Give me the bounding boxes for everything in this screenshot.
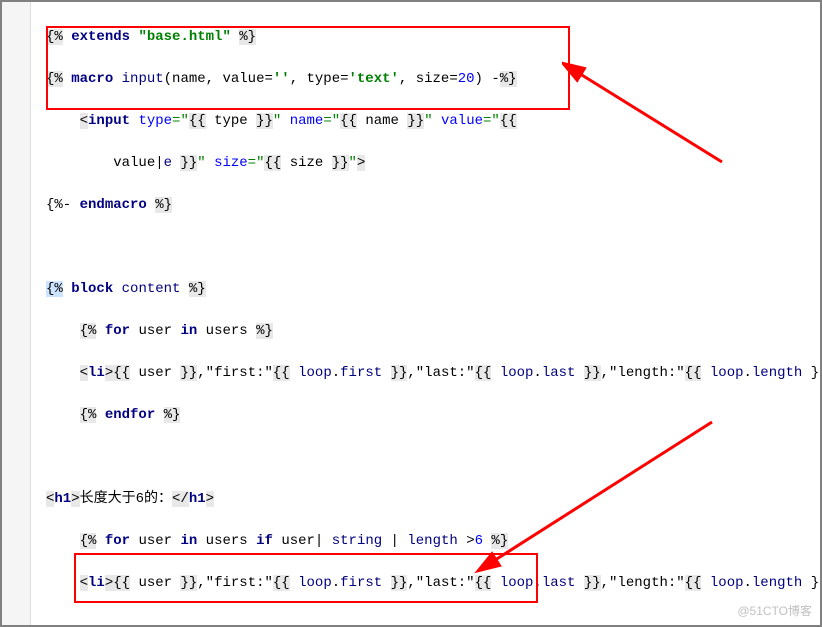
code-line: {% for user in users %} [46,321,820,342]
line-gutter [2,2,31,625]
code-line: {% endfor %} [46,405,820,426]
code-line: {% for user in users if user| string | l… [46,531,820,552]
code-line: {% extends "base.html" %} [46,27,820,48]
code-line: <input type="{{ type }}" name="{{ name }… [46,111,820,132]
code-line: <li>{{ user }},"first:"{{ loop.first }},… [46,573,820,594]
code-line [46,447,820,468]
code-line [46,615,820,627]
code-line: <li>{{ user }},"first:"{{ loop.first }},… [46,363,820,384]
code-content: {% extends "base.html" %} {% macro input… [30,2,820,625]
code-line: {%- endmacro %} [46,195,820,216]
code-line: {% block content %} [46,279,820,300]
code-line: {% macro input(name, value='', type='tex… [46,69,820,90]
code-line: <h1>长度大于6的：</h1> [46,489,820,510]
code-line [46,237,820,258]
code-line: value|e }}" size="{{ size }}"> [46,153,820,174]
watermark-text: @51CTO博客 [737,602,812,619]
code-screenshot: {% extends "base.html" %} {% macro input… [0,0,822,627]
